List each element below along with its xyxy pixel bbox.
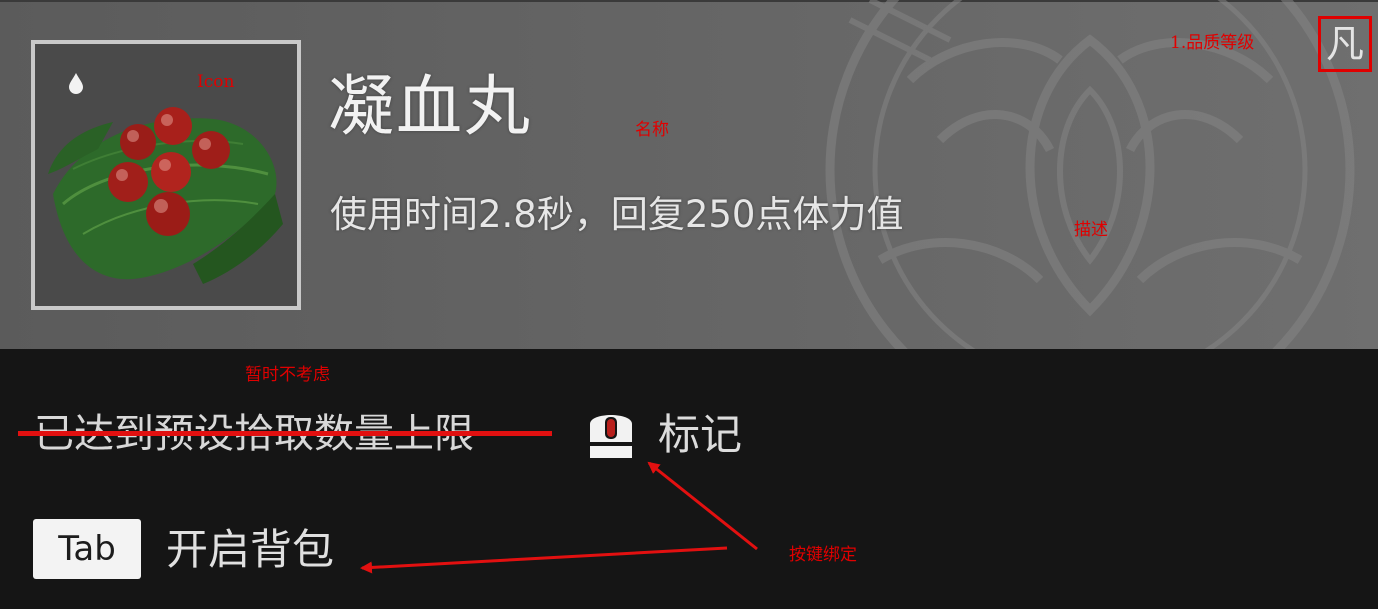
arrow-to-mouse-icon [647, 461, 758, 551]
mark-action-label: 标记 [658, 410, 743, 459]
item-name: 凝血丸 [328, 68, 532, 145]
mouse-button-icon [590, 415, 632, 458]
annotation-keybind: 按键绑定 [789, 545, 857, 565]
annotation-ignore: 暂时不考虑 [245, 365, 330, 385]
annotation-icon: Icon [197, 72, 235, 92]
ornament-pattern [825, 0, 1355, 349]
annotation-quality: 1.品质等级 [1170, 33, 1255, 53]
water-drop-icon [69, 73, 83, 94]
annotation-description: 描述 [1074, 220, 1108, 240]
item-icon-frame [31, 40, 301, 310]
quality-badge: 凡 [1318, 16, 1372, 72]
open-bag-action-label: 开启背包 [166, 525, 335, 574]
annotation-name: 名称 [635, 120, 669, 140]
item-description: 使用时间2.8秒，回复250点体力值 [330, 193, 904, 236]
arrow-to-bag-label [360, 546, 728, 574]
tab-key-hint: Tab [33, 519, 141, 579]
strikethrough-line [18, 431, 552, 436]
blood-pill-item-image [48, 107, 283, 284]
